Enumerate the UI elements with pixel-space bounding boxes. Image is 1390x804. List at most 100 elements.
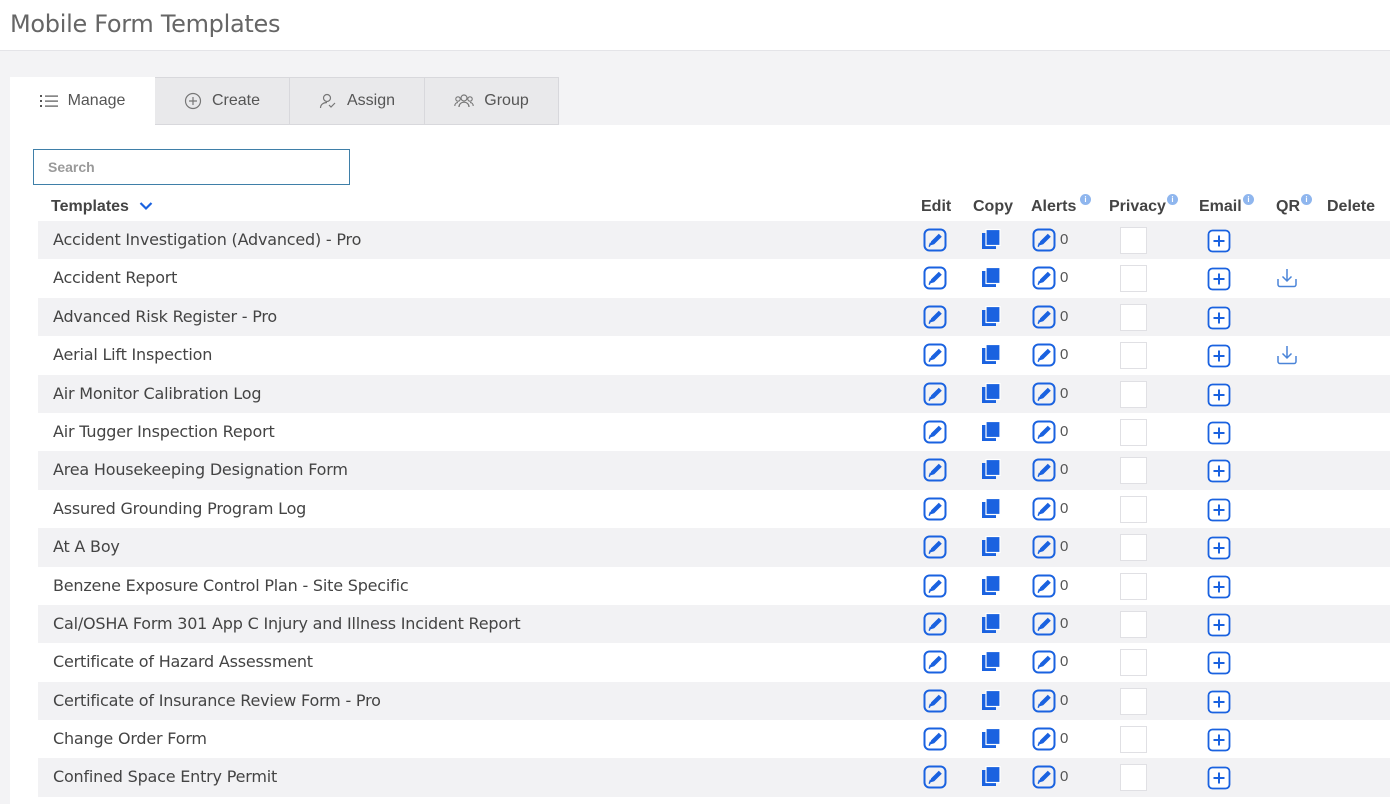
privacy-checkbox[interactable] <box>1120 610 1147 638</box>
alert-edit-icon[interactable] <box>1032 382 1056 406</box>
alert-edit-icon[interactable] <box>1032 228 1056 252</box>
alert-edit-icon[interactable] <box>1032 535 1056 559</box>
copy-icon[interactable] <box>979 574 1003 598</box>
edit-icon[interactable] <box>923 228 947 252</box>
alert-edit-icon[interactable] <box>1032 765 1056 789</box>
copy-icon[interactable] <box>979 765 1003 789</box>
template-name[interactable]: Certificate of Hazard Assessment <box>53 643 313 681</box>
edit-icon[interactable] <box>923 650 947 674</box>
tab-group[interactable]: Group <box>425 77 559 125</box>
edit-icon[interactable] <box>923 689 947 713</box>
email-add-icon[interactable] <box>1207 344 1231 368</box>
email-add-icon[interactable] <box>1207 229 1231 253</box>
template-name[interactable]: At A Boy <box>53 528 120 566</box>
copy-icon[interactable] <box>979 420 1003 444</box>
privacy-checkbox[interactable] <box>1120 227 1147 254</box>
alert-edit-icon[interactable] <box>1032 343 1056 367</box>
copy-icon[interactable] <box>979 497 1003 521</box>
edit-icon[interactable] <box>923 612 947 636</box>
qr-download-icon[interactable] <box>1275 343 1299 367</box>
copy-icon[interactable] <box>979 305 1003 329</box>
alert-edit-icon[interactable] <box>1032 305 1056 329</box>
alert-edit-icon[interactable] <box>1032 612 1056 636</box>
privacy-checkbox[interactable] <box>1120 303 1147 331</box>
alert-edit-icon[interactable] <box>1032 458 1056 482</box>
template-name[interactable]: Area Housekeeping Designation Form <box>53 451 348 489</box>
template-name[interactable]: Air Monitor Calibration Log <box>53 375 261 413</box>
template-name[interactable]: Accident Investigation (Advanced) - Pro <box>53 221 361 259</box>
template-name[interactable]: Cal/OSHA Form 301 App C Injury and Illne… <box>53 605 521 643</box>
template-name[interactable]: Aerial Lift Inspection <box>53 336 212 374</box>
alert-edit-icon[interactable] <box>1032 689 1056 713</box>
template-name[interactable]: Certificate of Insurance Review Form - P… <box>53 682 381 720</box>
search-input[interactable] <box>33 149 350 185</box>
edit-icon[interactable] <box>923 420 947 444</box>
template-name[interactable]: Air Tugger Inspection Report <box>53 413 275 451</box>
edit-icon[interactable] <box>923 458 947 482</box>
alert-edit-icon[interactable] <box>1032 574 1056 598</box>
copy-icon[interactable] <box>979 343 1003 367</box>
copy-icon[interactable] <box>979 266 1003 290</box>
tab-manage[interactable]: Manage <box>10 77 155 125</box>
info-icon[interactable]: i <box>1167 194 1178 205</box>
edit-icon[interactable] <box>923 305 947 329</box>
copy-icon[interactable] <box>979 650 1003 674</box>
privacy-checkbox[interactable] <box>1120 495 1147 523</box>
info-icon[interactable]: i <box>1301 194 1312 205</box>
edit-icon[interactable] <box>923 266 947 290</box>
privacy-checkbox[interactable] <box>1120 534 1147 562</box>
tab-assign[interactable]: Assign <box>290 77 425 125</box>
copy-icon[interactable] <box>979 612 1003 636</box>
alert-edit-icon[interactable] <box>1032 650 1056 674</box>
privacy-checkbox[interactable] <box>1120 418 1147 446</box>
info-icon[interactable]: i <box>1080 194 1091 205</box>
privacy-checkbox[interactable] <box>1120 265 1147 293</box>
copy-icon[interactable] <box>979 727 1003 751</box>
edit-icon[interactable] <box>923 574 947 598</box>
edit-icon[interactable] <box>923 765 947 789</box>
privacy-checkbox[interactable] <box>1120 764 1147 792</box>
alert-edit-icon[interactable] <box>1032 266 1056 290</box>
email-add-icon[interactable] <box>1207 651 1231 675</box>
privacy-checkbox[interactable] <box>1120 649 1147 677</box>
email-add-icon[interactable] <box>1207 728 1231 752</box>
copy-icon[interactable] <box>979 228 1003 252</box>
template-name[interactable]: Accident Report <box>53 259 177 297</box>
alert-edit-icon[interactable] <box>1032 420 1056 444</box>
edit-icon[interactable] <box>923 382 947 406</box>
privacy-checkbox[interactable] <box>1120 726 1147 754</box>
privacy-checkbox[interactable] <box>1120 342 1147 370</box>
email-add-icon[interactable] <box>1207 690 1231 714</box>
edit-icon[interactable] <box>923 343 947 367</box>
email-add-icon[interactable] <box>1207 459 1231 483</box>
email-add-icon[interactable] <box>1207 766 1231 790</box>
privacy-checkbox[interactable] <box>1120 457 1147 485</box>
template-name[interactable]: Benzene Exposure Control Plan - Site Spe… <box>53 567 409 605</box>
privacy-checkbox[interactable] <box>1120 687 1147 715</box>
templates-sort-header[interactable]: Templates <box>51 198 153 216</box>
copy-icon[interactable] <box>979 689 1003 713</box>
template-name[interactable]: Advanced Risk Register - Pro <box>53 298 277 336</box>
email-add-icon[interactable] <box>1207 267 1231 291</box>
alert-edit-icon[interactable] <box>1032 497 1056 521</box>
edit-icon[interactable] <box>923 535 947 559</box>
email-add-icon[interactable] <box>1207 575 1231 599</box>
info-icon[interactable]: i <box>1243 194 1254 205</box>
email-add-icon[interactable] <box>1207 306 1231 330</box>
copy-icon[interactable] <box>979 458 1003 482</box>
qr-download-icon[interactable] <box>1275 266 1299 290</box>
privacy-checkbox[interactable] <box>1120 380 1147 408</box>
copy-icon[interactable] <box>979 535 1003 559</box>
edit-icon[interactable] <box>923 727 947 751</box>
tab-create[interactable]: Create <box>155 77 290 125</box>
email-add-icon[interactable] <box>1207 613 1231 637</box>
copy-icon[interactable] <box>979 382 1003 406</box>
template-name[interactable]: Confined Space Entry Permit <box>53 758 277 796</box>
email-add-icon[interactable] <box>1207 421 1231 445</box>
email-add-icon[interactable] <box>1207 383 1231 407</box>
template-name[interactable]: Change Order Form <box>53 720 207 758</box>
email-add-icon[interactable] <box>1207 498 1231 522</box>
email-add-icon[interactable] <box>1207 536 1231 560</box>
edit-icon[interactable] <box>923 497 947 521</box>
privacy-checkbox[interactable] <box>1120 572 1147 600</box>
